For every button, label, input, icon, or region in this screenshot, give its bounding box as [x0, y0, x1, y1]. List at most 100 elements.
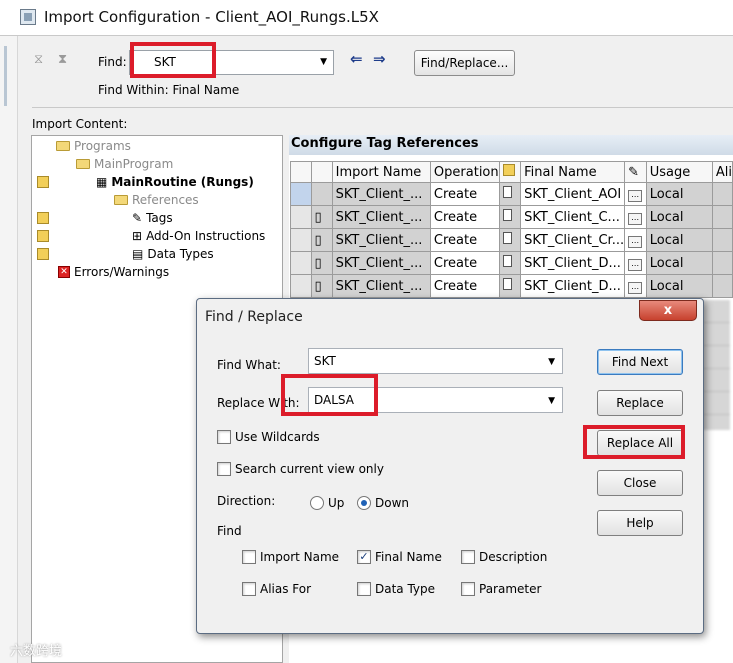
cell-import-name: SKT_Client_... [331, 205, 431, 229]
direction-down-radio[interactable] [357, 496, 371, 510]
column-header-usage[interactable]: Usage [645, 161, 713, 183]
table-row[interactable]: ▯ SKT_Client_... Create SKT_Client_Cr...… [290, 228, 733, 252]
cell-final-name[interactable]: SKT_Client_Cr... [520, 228, 626, 252]
description-checkbox[interactable] [461, 550, 475, 564]
column-header-final-name[interactable]: Final Name [520, 161, 626, 183]
cell-operation[interactable]: Create [429, 228, 500, 252]
tree-item-main-routine[interactable]: ▦ MainRoutine (Rungs) [96, 175, 254, 189]
cell-doc [498, 182, 522, 206]
close-button[interactable]: Close [597, 470, 683, 496]
column-header-alias[interactable]: Ali [711, 161, 733, 183]
column-header-operation[interactable]: Operation [429, 161, 500, 183]
final-name-checkbox[interactable]: ✓ [357, 550, 371, 564]
ellipsis-icon[interactable]: … [628, 259, 643, 271]
grid-table[interactable]: Import Name Operation Final Name ✎ Usage… [290, 161, 733, 298]
row-selector[interactable] [290, 205, 312, 229]
tree-item-data-types[interactable]: ▤ Data Types [132, 247, 214, 261]
find-previous-icon[interactable]: ⇐ [350, 50, 363, 68]
use-wildcards-label: Use Wildcards [235, 430, 320, 444]
tree-item-aoi[interactable]: ⊞ Add-On Instructions [132, 229, 265, 243]
ellipsis-icon[interactable]: … [628, 282, 643, 294]
tree-item-errors[interactable]: ✕ Errors/Warnings [58, 265, 169, 279]
cell-final-name[interactable]: SKT_Client_D... [520, 251, 626, 275]
import-name-checkbox[interactable] [242, 550, 256, 564]
column-header-import-name[interactable]: Import Name [331, 161, 431, 183]
filter-icon[interactable]: ⧖ [34, 52, 43, 67]
parameter-checkbox[interactable] [461, 582, 475, 596]
cell-usage: Local [645, 182, 713, 206]
highlight-find-box [130, 42, 216, 78]
cell-usage: Local [645, 251, 713, 275]
cell-alias [711, 228, 733, 252]
cell-ellipsis[interactable]: … [624, 274, 647, 298]
alias-for-checkbox[interactable] [242, 582, 256, 596]
table-row[interactable]: ▯ SKT_Client_... Create SKT_Client_D... … [290, 251, 733, 275]
grid-header-row: Import Name Operation Final Name ✎ Usage… [290, 161, 733, 183]
cell-doc [498, 228, 522, 252]
cell-operation[interactable]: Create [429, 182, 500, 206]
tree-label: Data Types [147, 247, 214, 261]
tree-item-programs[interactable]: Programs [56, 139, 131, 153]
cell-doc [498, 205, 522, 229]
cell-ellipsis[interactable]: … [624, 251, 647, 275]
row-icon-cell: ▯ [310, 228, 333, 252]
help-button[interactable]: Help [597, 510, 683, 536]
ellipsis-icon[interactable]: … [628, 236, 643, 248]
tree-item-tags[interactable]: ✎ Tags [132, 211, 173, 225]
cell-operation[interactable]: Create [429, 251, 500, 275]
dialog-close-button[interactable]: x [639, 300, 697, 321]
cell-final-name[interactable]: SKT_Client_D... [520, 274, 626, 298]
folder-icon [114, 195, 128, 205]
data-type-checkbox[interactable] [357, 582, 371, 596]
import-content-label: Import Content: [32, 117, 128, 131]
row-selector[interactable] [290, 274, 312, 298]
cell-ellipsis[interactable]: … [624, 182, 647, 206]
chevron-down-icon[interactable]: ▼ [548, 396, 555, 406]
chevron-down-icon[interactable]: ▼ [320, 57, 327, 67]
tree-label: Tags [146, 211, 173, 225]
table-row[interactable]: SKT_Client_... Create SKT_Client_AOI … L… [290, 182, 733, 206]
tree-label: MainProgram [94, 157, 174, 171]
direction-up-radio[interactable] [310, 496, 324, 510]
filter-clear-icon[interactable]: ⧗ [58, 52, 67, 67]
status-icon [37, 176, 49, 188]
header-blank [310, 161, 333, 183]
cell-final-name[interactable]: SKT_Client_AOI [520, 182, 626, 206]
tree-label: Errors/Warnings [74, 265, 170, 279]
cell-alias [711, 251, 733, 275]
aoi-icon: ⊞ [132, 229, 143, 243]
find-what-input[interactable]: SKT ▼ [308, 348, 563, 374]
find-next-button[interactable]: Find Next [597, 349, 683, 375]
table-row[interactable]: ▯ SKT_Client_... Create SKT_Client_C... … [290, 205, 733, 229]
replace-button[interactable]: Replace [597, 390, 683, 416]
table-row[interactable]: ▯ SKT_Client_... Create SKT_Client_D... … [290, 274, 733, 298]
cell-operation[interactable]: Create [429, 205, 500, 229]
find-replace-button[interactable]: Find/Replace... [414, 50, 515, 76]
status-icon [37, 248, 49, 260]
grid-title: Configure Tag References [289, 135, 733, 155]
use-wildcards-checkbox[interactable] [217, 430, 231, 444]
find-replace-dialog: Find / Replace x Find What: SKT ▼ Replac… [196, 298, 704, 634]
cell-import-name: SKT_Client_... [331, 251, 431, 275]
tree-item-references[interactable]: References [114, 193, 199, 207]
ellipsis-icon[interactable]: … [628, 190, 643, 202]
ellipsis-icon[interactable]: … [628, 213, 643, 225]
row-selector[interactable] [290, 251, 312, 275]
row-icon-cell: ▯ [310, 251, 333, 275]
app-icon [20, 9, 36, 25]
cell-operation[interactable]: Create [429, 274, 500, 298]
tree-item-main-program[interactable]: MainProgram [76, 157, 173, 171]
cell-ellipsis[interactable]: … [624, 205, 647, 229]
tag-icon: ▯ [314, 209, 322, 225]
cell-ellipsis[interactable]: … [624, 228, 647, 252]
data-type-label: Data Type [375, 582, 436, 596]
status-icon [37, 212, 49, 224]
cell-final-name[interactable]: SKT_Client_C... [520, 205, 626, 229]
find-next-icon[interactable]: ⇒ [373, 50, 386, 68]
row-selector[interactable] [290, 228, 312, 252]
row-selector[interactable] [290, 182, 312, 206]
chevron-down-icon[interactable]: ▼ [548, 357, 555, 367]
cell-import-name: SKT_Client_... [331, 182, 431, 206]
highlight-replace-with [281, 374, 378, 416]
search-current-view-checkbox[interactable] [217, 462, 231, 476]
